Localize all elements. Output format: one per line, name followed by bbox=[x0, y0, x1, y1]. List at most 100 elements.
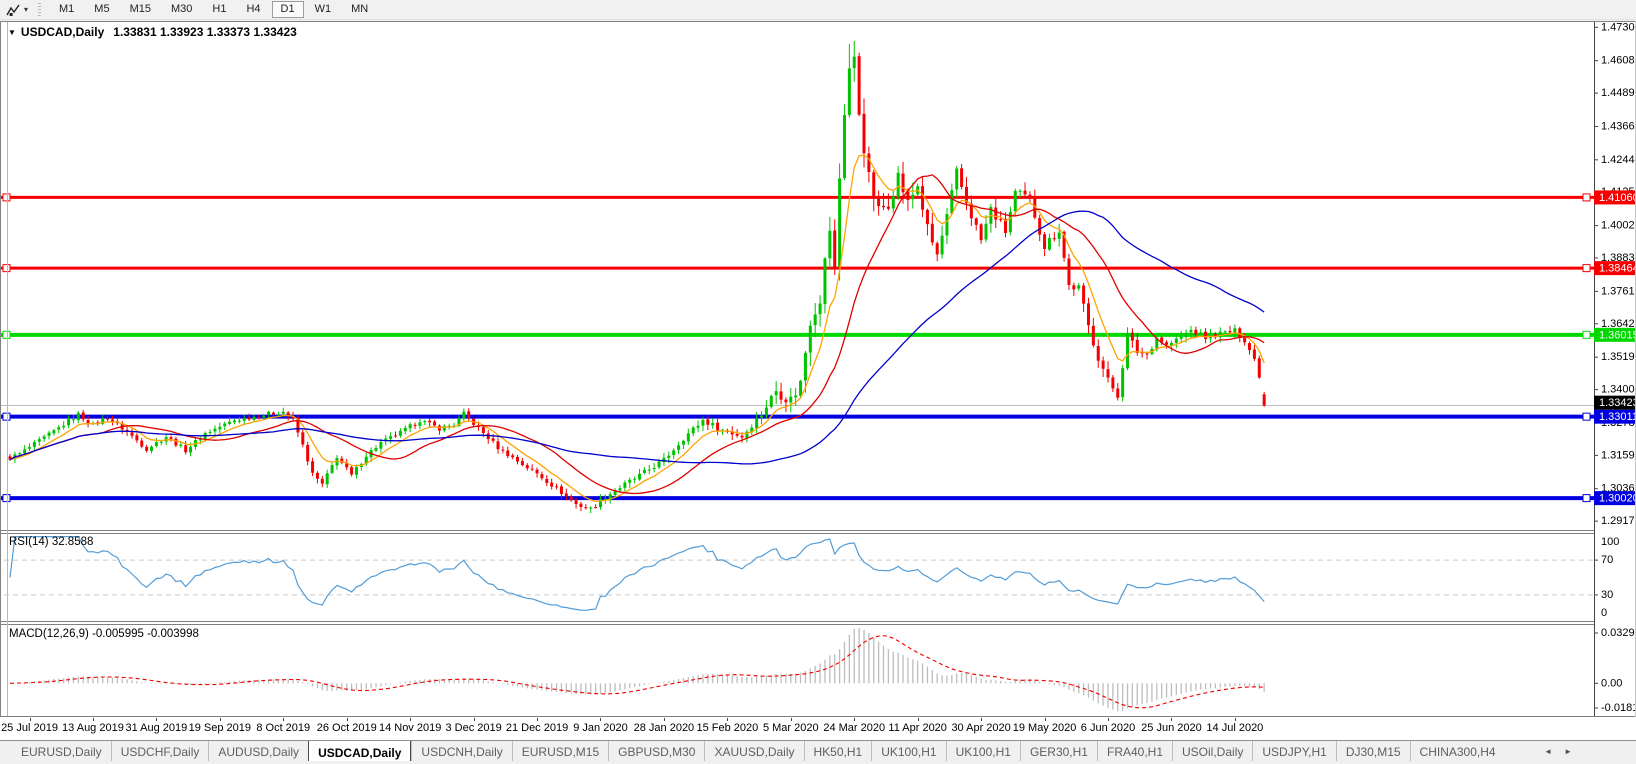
timeframe-h1[interactable]: H1 bbox=[203, 1, 235, 18]
tab-audusd-daily[interactable]: AUDUSD,Daily bbox=[208, 741, 308, 762]
price-tick-label: 1.43665 bbox=[1601, 120, 1636, 132]
line-handle[interactable] bbox=[1583, 495, 1590, 502]
chart-tabs: EURUSD,DailyUSDCHF,DailyAUDUSD,DailyUSDC… bbox=[0, 741, 1505, 762]
tab-usdchf-daily[interactable]: USDCHF,Daily bbox=[111, 741, 209, 762]
tab-scroll-arrows: ◄ ► bbox=[1544, 741, 1572, 762]
timeframe-h4[interactable]: H4 bbox=[237, 1, 269, 18]
date-tick bbox=[410, 718, 411, 721]
date-tick bbox=[30, 718, 31, 721]
chart-area[interactable]: 1.473051.460801.448901.436651.424401.412… bbox=[0, 21, 1636, 718]
toolbar-grip bbox=[38, 3, 41, 16]
svg-text:1.38464: 1.38464 bbox=[1599, 263, 1636, 275]
date-tick bbox=[1235, 718, 1236, 721]
tab-hk50-h1[interactable]: HK50,H1 bbox=[804, 741, 872, 762]
macd-scale-label: -0.01815 bbox=[1601, 702, 1636, 714]
svg-text:1.36015: 1.36015 bbox=[1599, 329, 1636, 341]
timeframe-w1[interactable]: W1 bbox=[306, 1, 341, 18]
price-tick-label: 1.31590 bbox=[1601, 449, 1636, 461]
tab-eurusd-daily[interactable]: EURUSD,Daily bbox=[12, 741, 111, 762]
line-handle[interactable] bbox=[1583, 265, 1590, 272]
price-tick-label: 1.47305 bbox=[1601, 21, 1636, 33]
date-axis[interactable]: 25 Jul 201913 Aug 201931 Aug 201919 Sep … bbox=[0, 718, 1636, 740]
tab-usdcad-daily[interactable]: USDCAD,Daily bbox=[308, 741, 411, 762]
tab-china300-h4[interactable]: CHINA300,H4 bbox=[1410, 741, 1505, 762]
line-handle[interactable] bbox=[3, 495, 10, 502]
macd-scale-label: 0.032972 bbox=[1601, 627, 1636, 639]
date-tick bbox=[474, 718, 475, 721]
toolbar: ▾ M1M5M15M30H1H4D1W1MN bbox=[0, 0, 1636, 20]
line-handle[interactable] bbox=[3, 331, 10, 338]
date-tick bbox=[283, 718, 284, 721]
tab-fra40-h1[interactable]: FRA40,H1 bbox=[1097, 741, 1172, 762]
timeframe-m5[interactable]: M5 bbox=[85, 1, 118, 18]
tab-gbpusd-m30[interactable]: GBPUSD,M30 bbox=[608, 741, 704, 762]
date-tick bbox=[918, 718, 919, 721]
timeframe-mn[interactable]: MN bbox=[342, 1, 377, 18]
rsi-scale-label: 100 bbox=[1601, 536, 1619, 548]
date-tick bbox=[1171, 718, 1172, 721]
date-tick bbox=[93, 718, 94, 721]
date-tick bbox=[347, 718, 348, 721]
tab-eurusd-m15[interactable]: EURUSD,M15 bbox=[512, 741, 608, 762]
date-tick bbox=[1108, 718, 1109, 721]
tab-usdjpy-h1[interactable]: USDJPY,H1 bbox=[1252, 741, 1335, 762]
line-handle[interactable] bbox=[1583, 331, 1590, 338]
date-tick bbox=[981, 718, 982, 721]
tab-uk100-h1[interactable]: UK100,H1 bbox=[871, 741, 945, 762]
tab-usoil-daily[interactable]: USOil,Daily bbox=[1172, 741, 1252, 762]
price-tick-label: 1.42440 bbox=[1601, 154, 1636, 166]
tabs-scroll-right-icon[interactable]: ► bbox=[1564, 747, 1572, 756]
svg-text:1.41060: 1.41060 bbox=[1599, 192, 1636, 204]
date-tick bbox=[727, 718, 728, 721]
dropdown-caret-icon: ▾ bbox=[24, 6, 28, 14]
chart-tab-bar: EURUSD,DailyUSDCHF,DailyAUDUSD,DailyUSDC… bbox=[0, 740, 1636, 762]
timeframe-m15[interactable]: M15 bbox=[121, 1, 160, 18]
timeframe-buttons: M1M5M15M30H1H4D1W1MN bbox=[49, 0, 378, 19]
rsi-scale-label: 30 bbox=[1601, 589, 1613, 601]
chart-context-menu-icon[interactable]: ▼ bbox=[8, 28, 16, 37]
price-tick-label: 1.35195 bbox=[1601, 351, 1636, 363]
chart-title: ▼ USDCAD,Daily 1.33831 1.33923 1.33373 1.3… bbox=[8, 25, 297, 39]
chart-ohlc-values: 1.33831 1.33923 1.33373 1.33423 bbox=[113, 25, 297, 39]
tab-xauusd-daily[interactable]: XAUUSD,Daily bbox=[704, 741, 803, 762]
line-handle[interactable] bbox=[3, 194, 10, 201]
macd-indicator-label: MACD(12,26,9) -0.005995 -0.003998 bbox=[9, 628, 199, 640]
tab-usdcnh-daily[interactable]: USDCNH,Daily bbox=[411, 741, 511, 762]
price-tick-label: 1.46080 bbox=[1601, 55, 1636, 67]
date-tick bbox=[220, 718, 221, 721]
price-tick-label: 1.29175 bbox=[1601, 515, 1636, 527]
line-handle[interactable] bbox=[3, 265, 10, 272]
date-tick bbox=[854, 718, 855, 721]
price-tick-label: 1.37610 bbox=[1601, 285, 1636, 297]
timeframe-d1[interactable]: D1 bbox=[272, 1, 304, 18]
svg-text:1.33423: 1.33423 bbox=[1599, 397, 1636, 409]
chart-background bbox=[0, 21, 1636, 718]
date-tick bbox=[156, 718, 157, 721]
line-handle[interactable] bbox=[3, 413, 10, 420]
rsi-scale-label: 0 bbox=[1601, 607, 1607, 619]
mt4-window: ▾ M1M5M15M30H1H4D1W1MN 1.47305 1.46080 1.4… bbox=[0, 0, 1636, 764]
line-handle[interactable] bbox=[1583, 413, 1590, 420]
chart-tool-button[interactable]: ▾ bbox=[2, 1, 32, 18]
date-tick bbox=[600, 718, 601, 721]
date-label: 14 Jul 2020 bbox=[1180, 722, 1290, 734]
price-tick-label: 1.34005 bbox=[1601, 384, 1636, 396]
timeframe-m30[interactable]: M30 bbox=[162, 1, 201, 18]
tab-uk100-h1[interactable]: UK100,H1 bbox=[946, 741, 1020, 762]
line-handle[interactable] bbox=[1583, 194, 1590, 201]
rsi-scale-label: 70 bbox=[1601, 554, 1613, 566]
date-tick bbox=[537, 718, 538, 721]
tab-dj30-m15[interactable]: DJ30,M15 bbox=[1336, 741, 1410, 762]
date-tick bbox=[791, 718, 792, 721]
tab-ger30-h1[interactable]: GER30,H1 bbox=[1020, 741, 1097, 762]
timeframe-m1[interactable]: M1 bbox=[50, 1, 83, 18]
price-tick-label: 1.44890 bbox=[1601, 87, 1636, 99]
svg-text:1.30020: 1.30020 bbox=[1599, 493, 1636, 505]
svg-text:1.33011: 1.33011 bbox=[1599, 411, 1636, 423]
macd-scale-label: 0.00 bbox=[1601, 677, 1622, 689]
date-tick bbox=[1045, 718, 1046, 721]
polyline-tool-icon bbox=[6, 3, 21, 17]
tabs-scroll-left-icon[interactable]: ◄ bbox=[1544, 747, 1552, 756]
chart-symbol-period: USDCAD,Daily bbox=[21, 25, 104, 39]
rsi-indicator-label: RSI(14) 32.8588 bbox=[9, 536, 93, 548]
